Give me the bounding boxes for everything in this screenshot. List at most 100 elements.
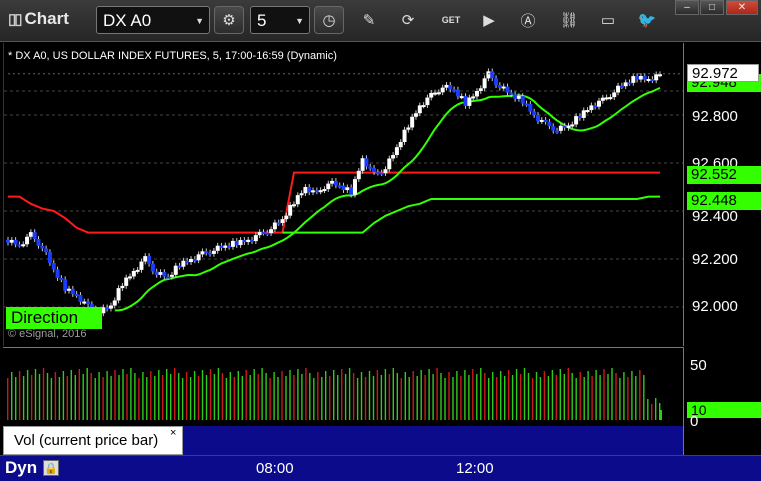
volume-bar xyxy=(293,375,295,420)
dyn-mode-label[interactable]: Dyn xyxy=(5,458,37,478)
candle-body xyxy=(166,276,171,279)
volume-bar xyxy=(297,369,299,420)
candle-body xyxy=(547,121,552,127)
candle-body xyxy=(352,179,357,195)
symbol-input[interactable]: DX A0 ▼ xyxy=(96,6,210,34)
get-quote-icon[interactable]: GET xyxy=(440,9,462,31)
candle-body xyxy=(646,79,651,81)
candle-body xyxy=(131,271,136,277)
alert-icon[interactable]: Ⓐ xyxy=(517,9,539,31)
refresh-icon[interactable]: ⟳ xyxy=(397,9,419,31)
close-button[interactable]: ✕ xyxy=(726,0,758,15)
candle-body xyxy=(505,86,510,93)
volume-bar xyxy=(225,378,228,420)
candle-body xyxy=(543,119,548,122)
volume-bar xyxy=(416,376,418,420)
candle-body xyxy=(608,97,613,100)
link-icon[interactable]: ⛓ xyxy=(558,9,580,31)
volume-bar xyxy=(158,370,160,420)
volume-bar xyxy=(241,376,243,420)
volume-bar xyxy=(384,369,387,420)
chat-icon[interactable]: ▭ xyxy=(597,9,619,31)
candle-body xyxy=(78,295,83,302)
candle-body xyxy=(436,92,441,95)
app-title-text: Chart xyxy=(24,9,69,28)
volume-bar xyxy=(289,370,291,420)
maximize-button[interactable]: □ xyxy=(700,0,724,15)
play-icon[interactable]: ▶ xyxy=(478,9,500,31)
candle-body xyxy=(28,232,33,237)
candle-body xyxy=(215,245,220,251)
volume-bar xyxy=(313,378,315,420)
volume-pane[interactable] xyxy=(3,347,683,425)
candle-body xyxy=(577,116,582,119)
volume-bar xyxy=(126,374,128,420)
candle-body xyxy=(59,278,64,281)
volume-bar xyxy=(472,369,474,420)
volume-bar xyxy=(54,372,57,420)
volume-bar xyxy=(643,375,645,420)
volume-bar xyxy=(392,368,394,420)
volume-bar xyxy=(428,369,430,420)
volume-bar xyxy=(460,376,462,420)
interval-input[interactable]: 5 ▼ xyxy=(250,6,310,34)
volume-bar xyxy=(46,373,49,420)
volume-bar xyxy=(539,377,542,420)
volume-bar xyxy=(551,370,554,420)
candle-body xyxy=(627,82,632,85)
volume-bar xyxy=(15,377,17,420)
time-axis[interactable] xyxy=(0,455,761,481)
gear-icon[interactable]: ⚙ xyxy=(214,6,244,34)
candle-body xyxy=(314,190,319,193)
grip-icon[interactable]: ▯▯ xyxy=(8,11,22,28)
candle-body xyxy=(368,166,373,169)
candle-body xyxy=(619,85,624,88)
pencil-icon[interactable]: ✎ xyxy=(358,9,380,31)
candle-body xyxy=(13,239,18,245)
volume-bar xyxy=(623,372,625,420)
candle-body xyxy=(486,71,491,79)
candle-body xyxy=(440,87,445,93)
candle-body xyxy=(265,232,270,235)
volume-caption[interactable]: Vol (current price bar) xyxy=(3,426,183,455)
close-icon[interactable]: × xyxy=(170,427,176,439)
volume-bar xyxy=(174,368,176,420)
twitter-icon[interactable]: 🐦 xyxy=(636,9,658,31)
volume-chart[interactable] xyxy=(3,348,683,426)
chevron-down-icon[interactable]: ▼ xyxy=(295,16,304,26)
candle-body xyxy=(25,236,30,245)
candle-body xyxy=(379,172,384,175)
candle-body xyxy=(410,116,415,128)
minimize-button[interactable]: ‒ xyxy=(675,0,699,15)
candle-body xyxy=(330,180,335,184)
volume-bar xyxy=(655,398,657,420)
volume-tick: 50 xyxy=(690,357,707,374)
volume-bar xyxy=(583,377,585,420)
volume-bar xyxy=(364,377,367,420)
candle-body xyxy=(150,263,155,272)
candle-body xyxy=(44,248,49,253)
volume-bar xyxy=(102,377,104,420)
chevron-down-icon[interactable]: ▼ xyxy=(195,16,204,26)
lock-icon[interactable]: 🔒 xyxy=(43,460,59,476)
price-chart-pane[interactable] xyxy=(3,43,684,346)
candle-body xyxy=(311,190,316,193)
candle-body xyxy=(394,147,399,155)
candle-body xyxy=(574,116,579,125)
volume-bar xyxy=(90,373,92,420)
candle-body xyxy=(36,239,41,246)
volume-bar xyxy=(559,369,561,420)
candle-body xyxy=(261,232,266,235)
candle-body xyxy=(147,256,152,264)
clock-icon[interactable]: ◷ xyxy=(314,6,344,34)
candle-body xyxy=(269,229,274,234)
volume-bar xyxy=(543,371,546,420)
volume-bar xyxy=(647,399,649,420)
volume-bar xyxy=(388,374,391,420)
volume-bar xyxy=(400,378,402,420)
price-chart[interactable] xyxy=(4,43,684,346)
candle-body xyxy=(86,301,91,305)
volume-bar xyxy=(269,378,271,420)
volume-bar xyxy=(456,371,458,420)
price-tag-mid-green: 92.552 xyxy=(687,166,761,184)
